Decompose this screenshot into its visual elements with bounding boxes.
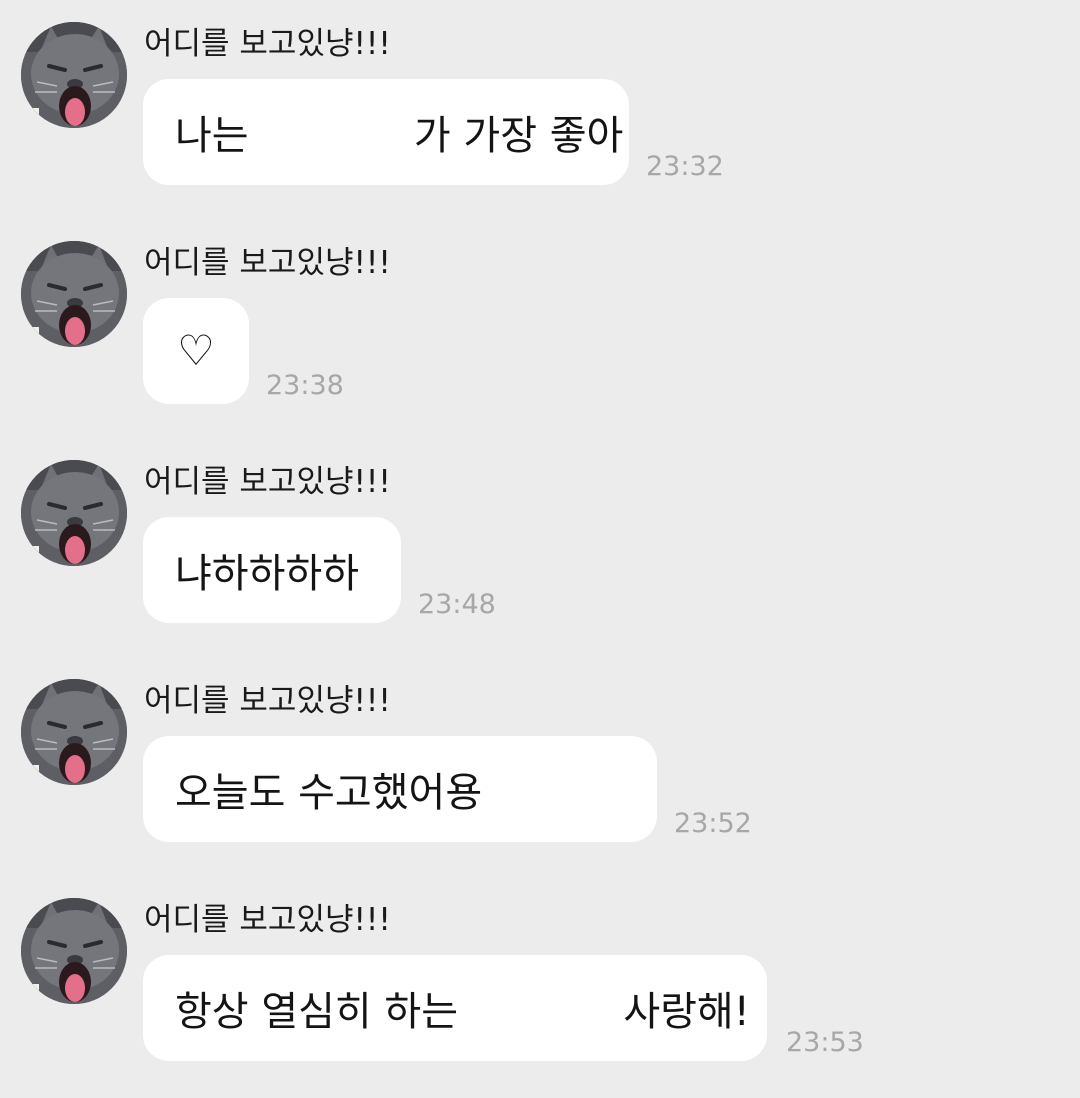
sender-name: 어디를 보고있냥!!! (144, 464, 391, 500)
chat-message: 어디를 보고있냥!!! 오늘도 수고했어용 23:52 (0, 679, 1080, 879)
cat-avatar-icon (21, 679, 127, 785)
message-time: 23:32 (646, 151, 724, 182)
heart-icon: ♡ (177, 326, 215, 375)
cat-avatar-icon (21, 22, 127, 128)
message-time: 23:48 (418, 589, 496, 620)
cat-avatar-icon (21, 898, 127, 1004)
chat-message: 어디를 보고있냥!!! 냐하하하하 23:48 (0, 460, 1080, 660)
chat-message: 어디를 보고있냥!!! 나는 가 가장 좋아 23:32 (0, 22, 1080, 222)
avatar[interactable] (21, 898, 127, 1004)
cat-avatar-icon (21, 241, 127, 347)
avatar[interactable] (21, 22, 127, 128)
message-bubble[interactable]: 항상 열심히 하는 사랑해! (143, 955, 767, 1061)
avatar[interactable] (21, 241, 127, 347)
chat-message: 어디를 보고있냥!!! ♡ 23:38 (0, 241, 1080, 441)
chat-message: 어디를 보고있냥!!! 항상 열심히 하는 사랑해! 23:53 (0, 898, 1080, 1098)
message-bubble[interactable]: 나는 가 가장 좋아 (143, 79, 629, 185)
message-bubble[interactable]: ♡ (143, 298, 249, 404)
avatar[interactable] (21, 679, 127, 785)
sender-name: 어디를 보고있냥!!! (144, 26, 391, 62)
message-bubble[interactable]: 오늘도 수고했어용 (143, 736, 657, 842)
cat-avatar-icon (21, 460, 127, 566)
message-time: 23:53 (786, 1027, 864, 1058)
avatar[interactable] (21, 460, 127, 566)
message-time: 23:52 (674, 808, 752, 839)
message-bubble[interactable]: 냐하하하하 (143, 517, 401, 623)
sender-name: 어디를 보고있냥!!! (144, 683, 391, 719)
message-time: 23:38 (266, 370, 344, 401)
sender-name: 어디를 보고있냥!!! (144, 245, 391, 281)
sender-name: 어디를 보고있냥!!! (144, 902, 391, 938)
